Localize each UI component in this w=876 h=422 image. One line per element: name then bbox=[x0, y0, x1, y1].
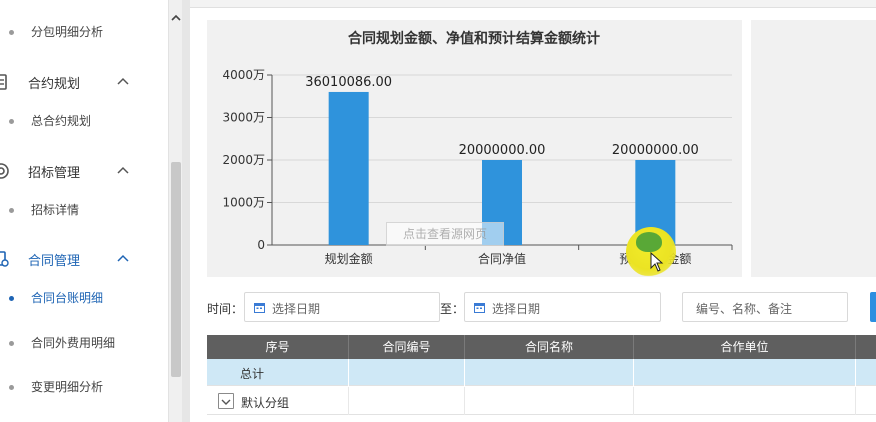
y-tick-label: 1000万 bbox=[222, 196, 265, 210]
table-header: 序号 合同编号 合同名称 合作单位 bbox=[207, 335, 876, 359]
bullet-icon bbox=[9, 341, 14, 346]
click-highlight-core bbox=[636, 232, 662, 252]
sidebar-group-label: 合同管理 bbox=[28, 254, 81, 269]
sidebar-group-bidding[interactable]: 招标管理 bbox=[0, 156, 168, 186]
chevron-up-icon[interactable] bbox=[117, 76, 129, 88]
search-placeholder: 编号、名称、备注 bbox=[696, 302, 793, 316]
data-label: 20000000.00 bbox=[459, 143, 546, 158]
x-tick-label: 规划金额 bbox=[325, 251, 373, 266]
column-header[interactable]: 合同编号 bbox=[349, 335, 465, 359]
start-date-input[interactable]: 选择日期 bbox=[244, 292, 440, 322]
contract-icon bbox=[0, 251, 9, 267]
time-label: 时间： bbox=[207, 302, 244, 316]
sidebar-item-extra-costs[interactable]: 合同外费用明细 bbox=[0, 328, 168, 358]
sidebar-group-label: 招标管理 bbox=[28, 166, 81, 181]
top-strip bbox=[190, 0, 876, 8]
calendar-icon bbox=[474, 303, 485, 313]
sidebar-group-label: 合约规划 bbox=[28, 77, 81, 92]
sidebar-item-label: 变更明细分析 bbox=[31, 380, 104, 394]
search-input[interactable]: 编号、名称、备注 bbox=[682, 292, 848, 322]
secondary-chart-panel bbox=[751, 20, 876, 277]
column-header-overflow bbox=[856, 335, 876, 359]
total-label: 总计 bbox=[240, 367, 265, 381]
y-tick-label: 4000万 bbox=[222, 68, 265, 82]
mouse-cursor-icon bbox=[650, 252, 664, 272]
data-label: 20000000.00 bbox=[612, 143, 699, 158]
group-row[interactable]: 默认分组 bbox=[207, 387, 876, 415]
bullet-icon bbox=[9, 385, 14, 390]
watermark-overlay[interactable]: 点击查看源网页 bbox=[386, 222, 504, 246]
target-icon bbox=[0, 163, 9, 179]
sidebar-item-label: 分包明细分析 bbox=[31, 25, 104, 39]
group-label: 默认分组 bbox=[241, 396, 290, 410]
calendar-icon bbox=[254, 303, 265, 313]
sidebar-item-subcontract-analysis[interactable]: 分包明细分析 bbox=[0, 17, 168, 47]
sidebar-item-label: 总合约规划 bbox=[31, 114, 92, 128]
sidebar-scrollbar[interactable] bbox=[168, 0, 182, 422]
expand-toggle[interactable] bbox=[218, 393, 234, 409]
start-date-placeholder: 选择日期 bbox=[272, 302, 321, 316]
sidebar-item-label: 合同台账明细 bbox=[31, 291, 104, 305]
y-tick-label: 2000万 bbox=[222, 153, 265, 167]
column-header[interactable]: 合作单位 bbox=[634, 335, 856, 359]
column-header[interactable]: 合同名称 bbox=[465, 335, 634, 359]
sidebar: 分包明细分析 合约规划 总合约规划 招标管理 招标详情 合同管理 合同台账明细 … bbox=[0, 0, 168, 422]
end-date-input[interactable]: 选择日期 bbox=[464, 292, 661, 322]
bullet-icon bbox=[9, 119, 14, 124]
sidebar-item-change-analysis[interactable]: 变更明细分析 bbox=[0, 372, 168, 402]
chart-title: 合同规划金额、净值和预计结算金额统计 bbox=[348, 30, 600, 47]
bullet-icon bbox=[9, 296, 14, 301]
to-label: 至： bbox=[440, 302, 465, 316]
sidebar-item-contract-ledger[interactable]: 合同台账明细 bbox=[0, 283, 168, 313]
main-content: 合同规划金额、净值和预计结算金额统计 0 1000万 2000万 3000万 4000万… bbox=[190, 0, 876, 422]
bar[interactable] bbox=[328, 91, 369, 245]
bullet-icon bbox=[9, 208, 14, 213]
total-row[interactable]: 总计 bbox=[207, 359, 876, 386]
chevron-down-icon bbox=[221, 399, 231, 405]
sidebar-item-label: 招标详情 bbox=[31, 203, 80, 217]
divider bbox=[182, 0, 190, 422]
data-label: 36010086.00 bbox=[305, 75, 392, 90]
bullet-icon bbox=[9, 30, 14, 35]
y-tick-label: 0 bbox=[257, 238, 265, 252]
sidebar-group-contract-planning[interactable]: 合约规划 bbox=[0, 67, 168, 97]
x-tick-label: 合同净值 bbox=[478, 251, 526, 266]
chevron-up-icon[interactable] bbox=[117, 253, 129, 265]
sidebar-item-label: 合同外费用明细 bbox=[31, 336, 116, 350]
document-icon bbox=[0, 74, 7, 90]
scrollbar-thumb[interactable] bbox=[171, 162, 181, 377]
end-date-placeholder: 选择日期 bbox=[492, 302, 541, 316]
sidebar-item-master-planning[interactable]: 总合约规划 bbox=[0, 106, 168, 136]
search-button[interactable] bbox=[870, 292, 876, 322]
y-tick-label: 3000万 bbox=[222, 111, 265, 125]
chevron-up-icon[interactable] bbox=[171, 13, 181, 23]
chevron-up-icon[interactable] bbox=[117, 165, 129, 177]
column-header[interactable]: 序号 bbox=[207, 335, 349, 359]
sidebar-item-bid-details[interactable]: 招标详情 bbox=[0, 195, 168, 225]
sidebar-group-contract-management[interactable]: 合同管理 bbox=[0, 244, 168, 274]
